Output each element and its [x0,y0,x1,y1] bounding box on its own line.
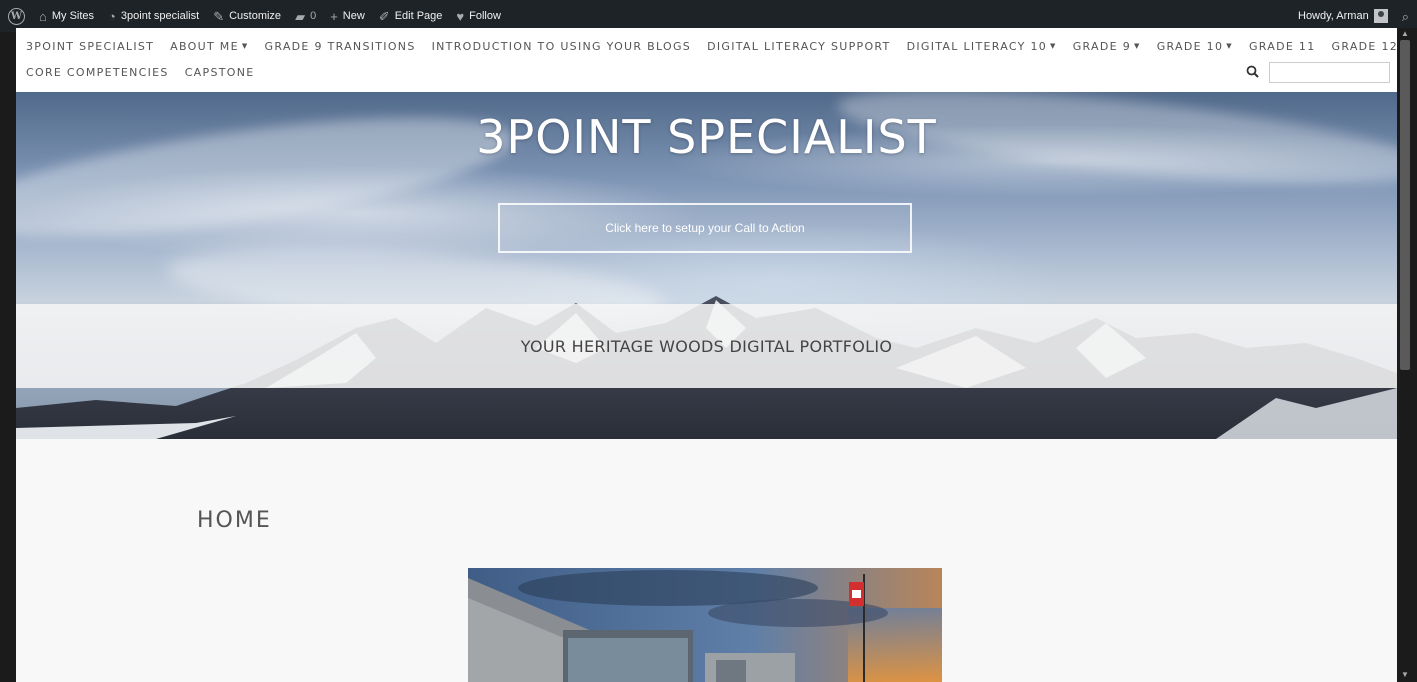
scrollbar-thumb[interactable] [1400,40,1410,370]
howdy-label: Howdy, Arman [1298,10,1369,22]
search-icon[interactable] [1246,65,1260,79]
caret-down-icon: ▼ [241,42,249,50]
nav-row-1: 3POINT SPECIALIST ABOUT ME ▼ GRADE 9 TRANSI… [26,40,1397,53]
nav-item-label: DIGITAL LITERACY SUPPORT [707,40,891,53]
edit-page-button[interactable]: ✐ Edit Page [379,10,443,23]
comments-count: 0 [310,10,317,22]
new-label: New [342,10,365,22]
nav-item-label: 3POINT SPECIALIST [26,40,155,53]
site-title[interactable]: 3POINT SPECIALIST [16,110,1397,164]
dashboard-icon: ◔ [108,8,116,24]
nav-item-digital-literacy-10[interactable]: DIGITAL LITERACY 10 ▼ [907,40,1057,53]
nav-item-grade-9[interactable]: GRADE 9 ▼ [1073,40,1141,53]
my-sites-button[interactable]: ⌂ My Sites [39,10,94,23]
nav-item-grade-12[interactable]: GRADE 12 [1332,40,1398,53]
nav-item-grade-10[interactable]: GRADE 10 ▼ [1157,40,1233,53]
nav-item-label: GRADE 9 TRANSITIONS [264,40,416,53]
wordpress-icon: W [8,7,25,25]
nav-item-label: GRADE 9 [1072,40,1131,53]
nav-item-label: ABOUT ME [170,40,239,53]
nav-item-label: GRADE 11 [1248,40,1316,53]
hero-banner: 3POINT SPECIALIST Click here to setup yo… [16,92,1397,439]
nav-item-label: INTRODUCTION TO USING YOUR BLOGS [431,40,692,53]
site-tagline: YOUR HERITAGE WOODS DIGITAL PORTFOLIO [520,336,893,356]
nav-item-grade-9-transitions[interactable]: GRADE 9 TRANSITIONS [265,40,416,53]
wordpress-logo-button[interactable]: W [8,7,25,25]
search-icon: ⌕ [1401,8,1409,24]
caret-down-icon: ▼ [1050,42,1057,50]
nav-item-label: GRADE 12 [1331,40,1397,53]
customize-button[interactable]: ✎ Customize [213,10,281,23]
call-to-action-button[interactable]: Click here to setup your Call to Action [498,203,912,253]
primary-navigation: 3POINT SPECIALIST ABOUT ME ▼ GRADE 9 TRANSI… [16,28,1397,92]
tagline-band: YOUR HERITAGE WOODS DIGITAL PORTFOLIO [16,304,1397,388]
new-content-button[interactable]: + New [330,10,365,23]
nav-item-label: CORE COMPETENCIES [26,66,169,79]
nav-item-grade-11[interactable]: GRADE 11 [1249,40,1316,53]
scroll-up-arrow-icon[interactable]: ▲ [1400,29,1410,39]
comment-icon: ▰ [295,8,306,24]
avatar [1373,9,1388,23]
scroll-down-arrow-icon[interactable]: ▼ [1400,670,1410,680]
nav-item-label: DIGITAL LITERACY 10 [906,40,1048,53]
admin-search-button[interactable]: ⌕ [1402,10,1409,23]
nav-item-introduction-to-using-your-blogs[interactable]: INTRODUCTION TO USING YOUR BLOGS [432,40,691,53]
search-input[interactable] [1269,62,1390,83]
nav-item-capstone[interactable]: CAPSTONE [185,66,255,79]
page-frame: 3POINT SPECIALIST ABOUT ME ▼ GRADE 9 TRANSI… [16,28,1397,682]
caret-down-icon: ▼ [1226,42,1233,50]
school-building-photo [468,568,942,682]
follow-label: Follow [469,10,501,22]
caret-down-icon: ▼ [1134,42,1141,50]
heart-icon: ♥ [456,8,465,24]
account-menu-button[interactable]: Howdy, Arman [1298,9,1388,23]
nav-row-2: CORE COMPETENCIES CAPSTONE [26,66,254,79]
nav-item-core-competencies[interactable]: CORE COMPETENCIES [26,66,169,79]
brush-icon: ✎ [213,8,225,24]
nav-item-about-me[interactable]: ABOUT ME ▼ [170,40,248,53]
sites-icon: ⌂ [39,8,47,24]
nav-item-label: GRADE 10 [1156,40,1224,53]
customize-label: Customize [229,10,282,22]
site-name-label: 3point specialist [120,10,200,22]
comments-button[interactable]: ▰ 0 [295,10,316,23]
nav-item-3point-specialist[interactable]: 3POINT SPECIALIST [26,40,154,53]
plus-icon: + [330,8,338,24]
site-name-button[interactable]: ◔ 3point specialist [108,10,199,23]
pencil-icon: ✐ [378,8,390,24]
my-sites-label: My Sites [51,10,95,22]
follow-button[interactable]: ♥ Follow [456,10,501,23]
nav-item-label: CAPSTONE [184,66,255,79]
page-title: HOME [197,508,272,533]
edit-page-label: Edit Page [394,10,443,22]
nav-item-digital-literacy-support[interactable]: DIGITAL LITERACY SUPPORT [707,40,891,53]
